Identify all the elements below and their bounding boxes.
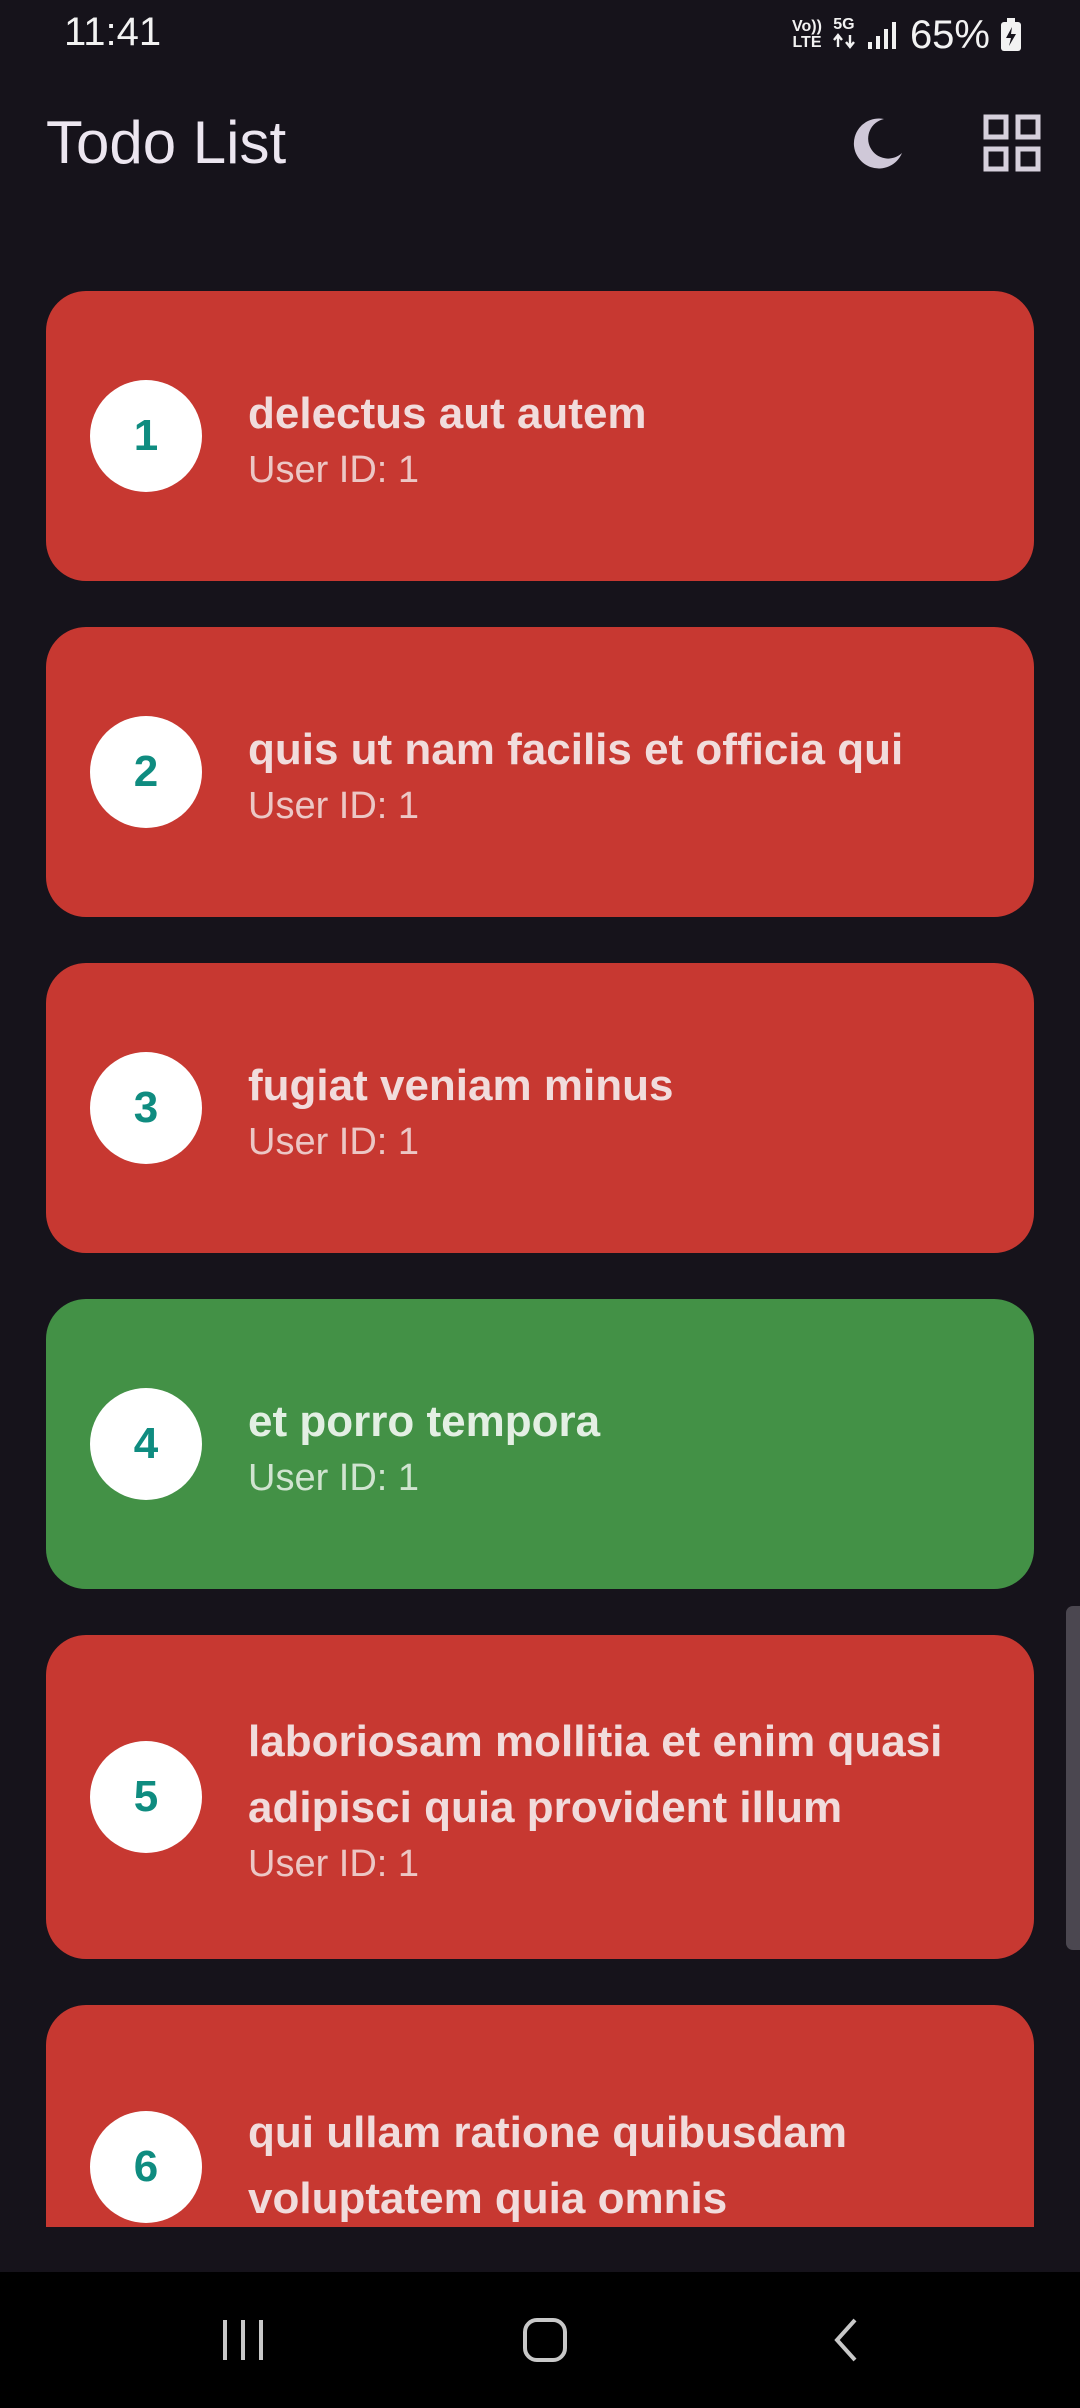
app-bar: Todo List [0, 80, 1080, 200]
status-bar: 11:41 Vo)) LTE 5G 65% [0, 0, 1080, 70]
todo-card[interactable]: 5 laboriosam mollitia et enim quasi adip… [46, 1635, 1034, 1959]
signal-icon [867, 22, 896, 49]
todo-title: qui ullam ratione quibusdam voluptatem q… [248, 2108, 847, 2223]
theme-toggle-button[interactable] [838, 103, 918, 183]
system-nav-bar [0, 2272, 1080, 2408]
status-time: 11:41 [64, 10, 162, 54]
todo-user-id: User ID: 1 [248, 1842, 420, 1885]
grid-view-icon [983, 114, 1041, 172]
todo-number-avatar: 1 [90, 380, 202, 492]
grid-view-button[interactable] [972, 103, 1052, 183]
status-icons: Vo)) LTE 5G 65% [792, 10, 1022, 60]
moon-icon [853, 118, 902, 169]
todo-text: et porro tempora User ID: 1 [248, 1389, 600, 1500]
todo-text: laboriosam mollitia et enim quasi adipis… [248, 1709, 988, 1886]
recent-apps-icon [223, 2320, 263, 2360]
todo-card-completed[interactable]: 4 et porro tempora User ID: 1 [46, 1299, 1034, 1589]
back-button[interactable] [802, 2300, 892, 2380]
data-arrows-icon [833, 33, 855, 49]
page-title: Todo List [46, 109, 287, 176]
battery-percent: 65% [909, 12, 990, 57]
scrollbar-thumb[interactable] [1066, 1606, 1080, 1950]
5g-label: 5G [833, 16, 855, 33]
todo-card[interactable]: 2 quis ut nam facilis et officia qui Use… [46, 627, 1034, 917]
todo-title: et porro tempora [248, 1396, 601, 1446]
lte-label: LTE [792, 34, 822, 51]
todo-text: fugiat veniam minus User ID: 1 [248, 1053, 673, 1164]
todo-number-avatar: 6 [90, 2111, 202, 2223]
volte-indicator: Vo)) LTE [792, 19, 822, 51]
todo-title: delectus aut autem [248, 388, 647, 438]
back-icon [834, 2318, 857, 2362]
battery-charging-icon [1001, 18, 1021, 51]
todo-text: qui ullam ratione quibusdam voluptatem q… [248, 2100, 988, 2227]
home-icon [523, 2318, 567, 2362]
todo-card[interactable]: 3 fugiat veniam minus User ID: 1 [46, 963, 1034, 1253]
todo-text: quis ut nam facilis et officia qui User … [248, 717, 903, 828]
todo-card[interactable]: 1 delectus aut autem User ID: 1 [46, 291, 1034, 581]
todo-title: fugiat veniam minus [248, 1060, 674, 1110]
todo-user-id: User ID: 1 [248, 448, 420, 491]
todo-user-id: User ID: 1 [248, 784, 420, 827]
todo-user-id: User ID: 1 [248, 1120, 420, 1163]
todo-text: delectus aut autem User ID: 1 [248, 381, 647, 492]
data-indicator: 5G [832, 17, 856, 53]
todo-title: quis ut nam facilis et officia qui [248, 724, 904, 774]
todo-number-avatar: 5 [90, 1741, 202, 1853]
home-button[interactable] [500, 2300, 590, 2380]
todo-card[interactable]: 6 qui ullam ratione quibusdam voluptatem… [46, 2005, 1034, 2227]
todo-user-id: User ID: 1 [248, 1456, 420, 1499]
volte-label: Vo)) [792, 18, 822, 35]
todo-title: laboriosam mollitia et enim quasi adipis… [248, 1716, 943, 1832]
recent-apps-button[interactable] [198, 2300, 288, 2380]
todo-number-avatar: 4 [90, 1388, 202, 1500]
todo-list[interactable]: 1 delectus aut autem User ID: 1 2 quis u… [46, 291, 1036, 2227]
todo-number-avatar: 2 [90, 716, 202, 828]
todo-number-avatar: 3 [90, 1052, 202, 1164]
